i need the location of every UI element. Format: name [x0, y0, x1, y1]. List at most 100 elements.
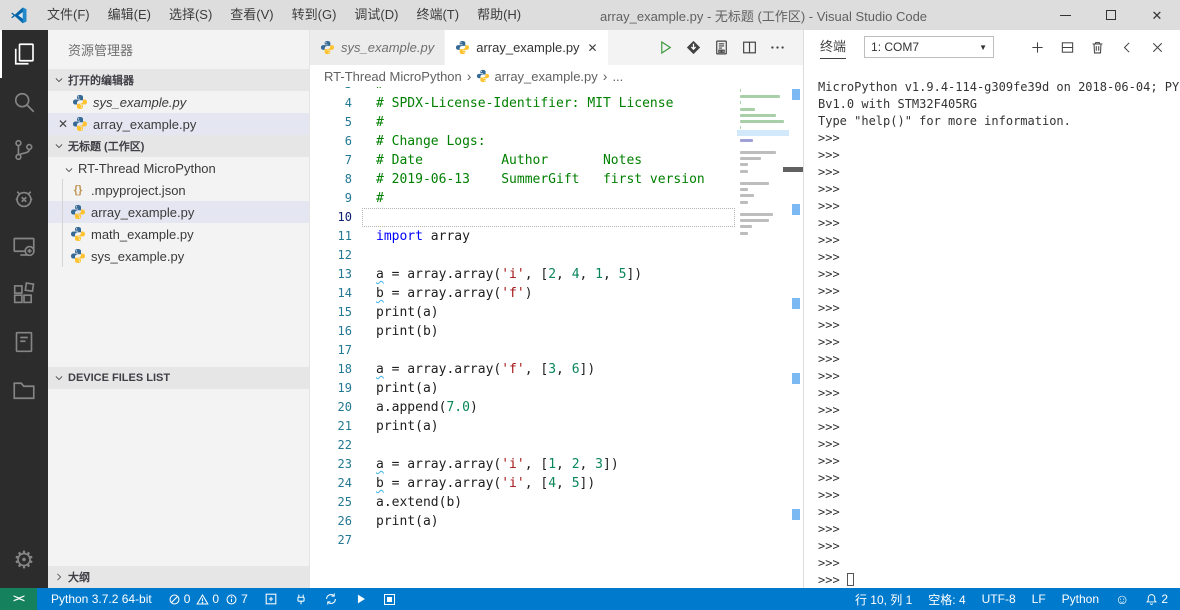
- code-line-22[interactable]: 22: [310, 436, 737, 455]
- menu-转到[interactable]: 转到(G): [283, 0, 346, 30]
- close-panel-button[interactable]: [1142, 30, 1172, 64]
- terminal-output[interactable]: MicroPython v1.9.4-114-g309fe39d on 2018…: [804, 74, 1180, 588]
- code-line-5[interactable]: 5 #: [310, 113, 737, 132]
- remote-indicator[interactable]: ><: [0, 588, 37, 610]
- code-line-16[interactable]: 16 print(b): [310, 322, 737, 341]
- sync-button[interactable]: [316, 588, 346, 610]
- tab-sys_example.py[interactable]: sys_example.py: [310, 30, 446, 65]
- menu-帮助[interactable]: 帮助(H): [468, 0, 530, 30]
- add-file-to-device-button[interactable]: [256, 588, 286, 610]
- run-file-button[interactable]: [651, 30, 679, 65]
- tree-file-label: array_example.py: [91, 204, 195, 220]
- terminal-selector[interactable]: 1: COM7 ▼: [864, 36, 995, 58]
- code-line-19[interactable]: 19 print(a): [310, 379, 737, 398]
- menu-编辑[interactable]: 编辑(E): [99, 0, 160, 30]
- code-line-10[interactable]: 10: [310, 208, 737, 227]
- manage-gear-button[interactable]: ⚙: [0, 538, 48, 582]
- tree-file-.mpyproject.json[interactable]: {} .mpyproject.json: [48, 179, 309, 201]
- breadcrumb-file[interactable]: array_example.py: [494, 69, 597, 84]
- activity-bar-debug[interactable]: [0, 174, 48, 222]
- code-line-13[interactable]: 13 a = array.array('i', [2, 4, 1, 5]): [310, 265, 737, 284]
- minimize-button[interactable]: [1042, 0, 1088, 30]
- code-line-23[interactable]: 23 a = array.array('i', [1, 2, 3]): [310, 455, 737, 474]
- code-line-14[interactable]: 14 b = array.array('f'): [310, 284, 737, 303]
- open-editor-item-sys_example.py[interactable]: sys_example.py: [48, 91, 309, 113]
- code-line-21[interactable]: 21 print(a): [310, 417, 737, 436]
- activity-bar-folder-view[interactable]: [0, 366, 48, 414]
- code-line-7[interactable]: 7 # Date Author Notes: [310, 151, 737, 170]
- activity-bar-source-control[interactable]: [0, 126, 48, 174]
- download-to-device-button[interactable]: [679, 30, 707, 65]
- activity-bar-notebook[interactable]: [0, 318, 48, 366]
- split-terminal-button[interactable]: [1052, 30, 1082, 64]
- code-editor[interactable]: 3#4# SPDX-License-Identifier: MIT Licens…: [310, 87, 803, 588]
- menu-终端[interactable]: 终端(T): [407, 0, 468, 30]
- stop-button[interactable]: [376, 588, 403, 610]
- breadcrumb-symbol[interactable]: ...: [612, 69, 623, 84]
- code-line-15[interactable]: 15 print(a): [310, 303, 737, 322]
- terminal-prompt-line: >>>: [818, 386, 840, 400]
- tree-file-math_example.py[interactable]: math_example.py: [48, 223, 309, 245]
- open-editors-header[interactable]: 打开的编辑器: [48, 69, 309, 91]
- outline-header[interactable]: 大纲: [48, 566, 309, 588]
- collapse-panel-button[interactable]: [1112, 30, 1142, 64]
- run-button[interactable]: [346, 588, 376, 610]
- terminal-tab[interactable]: 终端: [820, 36, 847, 59]
- code-line-12[interactable]: 12: [310, 246, 737, 265]
- new-terminal-button[interactable]: [1022, 30, 1052, 64]
- code-line-11[interactable]: 11 import array: [310, 227, 737, 246]
- menu-文件[interactable]: 文件(F): [38, 0, 99, 30]
- code-line-9[interactable]: 9 #: [310, 189, 737, 208]
- activity-bar-device-controller[interactable]: [0, 222, 48, 270]
- close-window-button[interactable]: ✕: [1134, 0, 1180, 30]
- split-editor-button[interactable]: [735, 30, 763, 65]
- chevron-left-icon: [1120, 40, 1135, 55]
- overview-ruler[interactable]: [783, 87, 803, 588]
- code-line-3[interactable]: 3#: [310, 87, 737, 94]
- close-editor-icon[interactable]: ✕: [55, 117, 71, 131]
- menu-调试[interactable]: 调试(D): [345, 0, 407, 30]
- code-line-8[interactable]: 8 # 2019-06-13 SummerGift first version: [310, 170, 737, 189]
- activity-bar-search[interactable]: [0, 78, 48, 126]
- maximize-button[interactable]: [1088, 0, 1134, 30]
- device-files-header[interactable]: DEVICE FILES LIST: [48, 367, 309, 389]
- language-mode[interactable]: Python: [1054, 588, 1107, 610]
- tree-file-sys_example.py[interactable]: sys_example.py: [48, 245, 309, 267]
- code-line-18[interactable]: 18 a = array.array('f', [3, 6]): [310, 360, 737, 379]
- code-line-24[interactable]: 24 b = array.array('i', [4, 5]): [310, 474, 737, 493]
- notifications-bell[interactable]: 2: [1137, 588, 1180, 610]
- code-line-6[interactable]: 6 # Change Logs:: [310, 132, 737, 151]
- tree-folder-rt-thread[interactable]: RT-Thread MicroPython: [48, 157, 309, 179]
- indentation-setting[interactable]: 空格: 4: [920, 588, 973, 610]
- menu-查看[interactable]: 查看(V): [221, 0, 282, 30]
- code-line-25[interactable]: 25 a.extend(b): [310, 493, 737, 512]
- connect-device-button[interactable]: [286, 588, 316, 610]
- code-line-20[interactable]: 20 a.append(7.0): [310, 398, 737, 417]
- menu-选择[interactable]: 选择(S): [160, 0, 221, 30]
- encoding-setting[interactable]: UTF-8: [974, 588, 1024, 610]
- line-number: 12: [337, 248, 352, 262]
- code-line-4[interactable]: 4 # SPDX-License-Identifier: MIT License: [310, 94, 737, 113]
- breadcrumb-root[interactable]: RT-Thread MicroPython: [324, 69, 462, 84]
- run-on-device-button[interactable]: [707, 30, 735, 65]
- breadcrumb[interactable]: RT-Thread MicroPython › array_example.py…: [310, 65, 803, 87]
- cursor-position[interactable]: 行 10, 列 1: [847, 588, 920, 610]
- minimap[interactable]: [737, 87, 789, 588]
- open-editor-item-array_example.py[interactable]: ✕ array_example.py: [48, 113, 309, 135]
- activity-bar-extensions[interactable]: [0, 270, 48, 318]
- python-interpreter[interactable]: Python 3.7.2 64-bit: [43, 588, 160, 610]
- close-tab-icon[interactable]: ✕: [588, 41, 598, 55]
- tab-array_example.py[interactable]: array_example.py ✕: [445, 30, 609, 65]
- kill-terminal-button[interactable]: [1082, 30, 1112, 64]
- code-line-17[interactable]: 17: [310, 341, 737, 360]
- more-actions-button[interactable]: [763, 30, 791, 65]
- tree-file-array_example.py[interactable]: array_example.py: [48, 201, 309, 223]
- workspace-header[interactable]: 无标题 (工作区): [48, 135, 309, 157]
- code-line-27[interactable]: 27: [310, 531, 737, 550]
- code-line-26[interactable]: 26 print(a): [310, 512, 737, 531]
- eol-setting[interactable]: LF: [1024, 588, 1054, 610]
- feedback-smiley-icon[interactable]: ☺: [1107, 588, 1137, 610]
- download-icon: [685, 39, 702, 56]
- problems-indicator[interactable]: 0 0 7: [160, 588, 256, 610]
- activity-bar-explorer[interactable]: [0, 30, 48, 78]
